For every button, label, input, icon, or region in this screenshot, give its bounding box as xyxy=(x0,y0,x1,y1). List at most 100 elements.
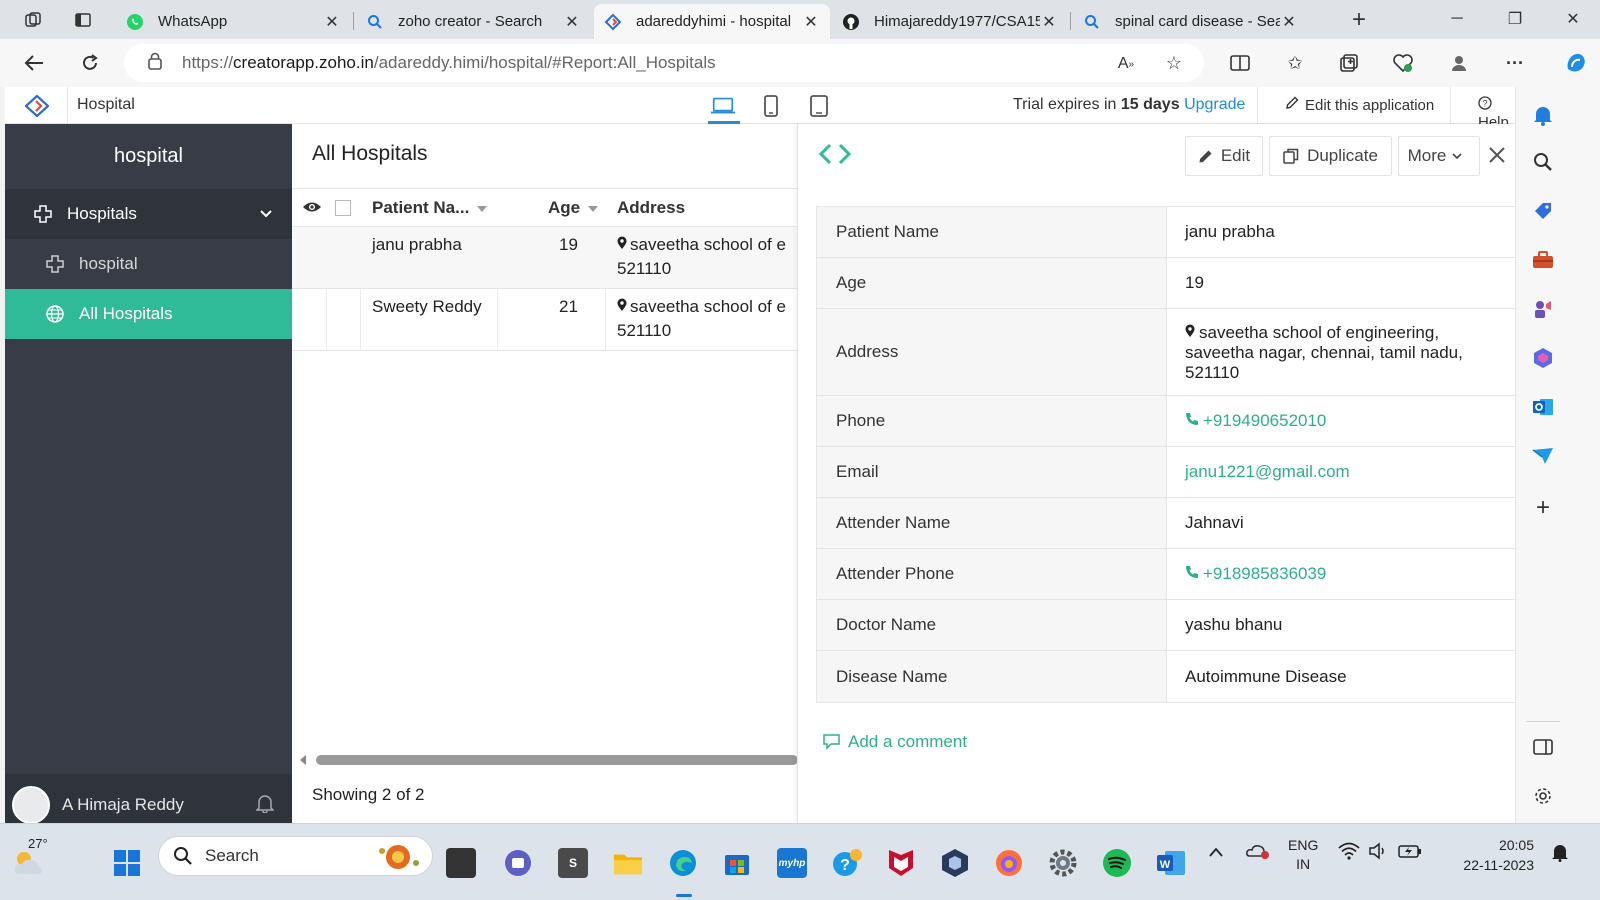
tab-actions-icon[interactable] xyxy=(72,9,94,31)
upgrade-link[interactable]: Upgrade xyxy=(1184,96,1245,113)
split-screen-icon[interactable] xyxy=(1228,51,1252,75)
horizontal-scrollbar[interactable] xyxy=(300,754,798,766)
url-path: /adareddy.himi/hospital/#Report:All_Hosp… xyxy=(373,53,716,72)
microsoft-store-icon[interactable] xyxy=(722,848,752,878)
close-tab-icon[interactable]: ✕ xyxy=(563,12,581,32)
app-s-icon[interactable]: S xyxy=(558,848,588,878)
attender-phone-link[interactable]: +918985836039 xyxy=(1166,549,1515,599)
taskbar-search-box[interactable]: Search xyxy=(158,836,433,876)
toolbox-icon[interactable] xyxy=(1531,248,1555,272)
scroll-left-arrow-icon[interactable] xyxy=(300,755,306,765)
chevron-down-icon[interactable] xyxy=(260,205,272,221)
send-plane-icon[interactable] xyxy=(1531,444,1555,468)
minimize-icon[interactable]: ─ xyxy=(1442,6,1472,32)
outlook-icon[interactable] xyxy=(1531,395,1555,419)
tab-whatsapp[interactable]: WhatsApp ✕ xyxy=(116,4,351,39)
record-navigation-arrows-icon[interactable] xyxy=(818,142,852,172)
browser-essentials-icon[interactable] xyxy=(1391,51,1415,75)
email-link[interactable]: janu1221@gmail.com xyxy=(1166,447,1515,497)
zoho-creator-logo-icon[interactable] xyxy=(24,94,50,118)
new-tab-icon[interactable]: + xyxy=(1348,6,1370,33)
read-aloud-icon[interactable]: A» xyxy=(1114,52,1138,76)
desktop-view-icon[interactable] xyxy=(710,95,736,117)
tab-zoho-search[interactable]: zoho creator - Search ✕ xyxy=(356,4,591,39)
add-comment-link[interactable]: Add a comment xyxy=(822,732,967,752)
word-icon[interactable]: W xyxy=(1156,848,1186,878)
microsoft-365-icon[interactable] xyxy=(1531,346,1555,370)
input-language[interactable]: ENG IN xyxy=(1288,836,1318,874)
lock-icon[interactable] xyxy=(148,52,164,75)
close-tab-icon[interactable]: ✕ xyxy=(1280,12,1298,32)
games-icon[interactable] xyxy=(1531,297,1555,321)
tab-hospital[interactable]: adareddyhimi - hospital ✕ xyxy=(594,4,830,39)
mcafee-icon[interactable] xyxy=(886,848,916,878)
tab-spinal-search[interactable]: spinal card disease - Sea ✕ xyxy=(1073,4,1308,39)
close-window-icon[interactable]: ✕ xyxy=(1558,6,1588,32)
field-value: 19 xyxy=(1166,258,1515,308)
settings-gear-icon[interactable] xyxy=(1048,848,1078,878)
sort-caret-icon[interactable] xyxy=(588,205,599,212)
mobile-view-icon[interactable] xyxy=(806,95,832,117)
back-arrow-icon[interactable] xyxy=(22,51,46,75)
tablet-view-icon[interactable] xyxy=(758,95,784,117)
search-icon[interactable] xyxy=(1531,150,1555,174)
show-hidden-icons-chevron-icon[interactable] xyxy=(1209,844,1223,860)
wifi-icon[interactable] xyxy=(1338,842,1360,863)
table-row[interactable]: janu prabha 19 saveetha school of e 5211… xyxy=(292,227,798,289)
get-help-icon[interactable]: ? xyxy=(832,848,862,878)
column-header-patient-name[interactable]: Patient Na... xyxy=(372,198,488,218)
clock[interactable]: 20:05 22-11-2023 xyxy=(1438,835,1534,875)
myhp-icon[interactable]: myhp xyxy=(777,848,807,878)
sort-caret-icon[interactable] xyxy=(477,205,488,212)
edge-browser-icon[interactable] xyxy=(668,848,698,878)
file-explorer-icon[interactable] xyxy=(613,848,643,878)
close-icon[interactable] xyxy=(1488,144,1506,170)
edit-record-button[interactable]: Edit xyxy=(1185,136,1263,176)
sidebar-item-hospital-form[interactable]: hospital xyxy=(5,239,292,289)
bell-icon[interactable] xyxy=(255,793,275,818)
tab-github[interactable]: Himajareddy1977/CSA15 ✕ xyxy=(832,4,1068,39)
favorite-star-icon[interactable]: ☆ xyxy=(1162,51,1186,75)
address-bar[interactable]: https://creatorapp.zoho.in/adareddy.himi… xyxy=(124,44,1204,82)
firefox-icon[interactable] xyxy=(994,848,1024,878)
close-tab-icon[interactable]: ✕ xyxy=(323,12,341,32)
task-view-icon[interactable] xyxy=(446,848,476,878)
more-actions-dropdown[interactable]: More xyxy=(1398,136,1480,176)
duplicate-icon xyxy=(1283,148,1299,164)
more-options-icon[interactable]: ··· xyxy=(1503,51,1527,75)
notification-center-bell-icon[interactable] xyxy=(1551,842,1569,865)
virtualbox-icon[interactable] xyxy=(940,848,970,878)
phone-link[interactable]: +919490652010 xyxy=(1166,396,1515,446)
table-row[interactable]: Sweety Reddy 21 saveetha school of e 521… xyxy=(292,289,798,351)
windows-start-icon[interactable] xyxy=(112,848,142,878)
collections-icon[interactable] xyxy=(1337,51,1361,75)
select-all-checkbox[interactable] xyxy=(335,200,351,216)
column-header-age[interactable]: Age xyxy=(548,198,599,218)
close-tab-icon[interactable]: ✕ xyxy=(1040,12,1058,32)
add-icon[interactable]: + xyxy=(1531,494,1555,521)
hide-sidebar-icon[interactable] xyxy=(1531,735,1555,759)
volume-icon[interactable] xyxy=(1368,842,1388,863)
battery-charging-icon[interactable] xyxy=(1398,842,1422,863)
scrollbar-thumb[interactable] xyxy=(316,755,798,765)
sidebar-section-hospitals[interactable]: Hospitals xyxy=(5,189,292,239)
duplicate-record-button[interactable]: Duplicate xyxy=(1269,136,1392,176)
onedrive-status-icon[interactable] xyxy=(1245,840,1271,863)
teams-chat-icon[interactable] xyxy=(503,848,533,878)
favorites-icon[interactable]: ✩ xyxy=(1283,51,1307,75)
shopping-tag-icon[interactable] xyxy=(1531,199,1555,223)
column-header-address[interactable]: Address xyxy=(617,198,685,218)
spotify-icon[interactable] xyxy=(1102,848,1132,878)
restore-icon[interactable]: ❐ xyxy=(1500,6,1530,32)
workspaces-icon[interactable] xyxy=(22,9,44,31)
profile-icon[interactable] xyxy=(1447,51,1471,75)
refresh-icon[interactable] xyxy=(78,51,102,75)
eye-icon[interactable] xyxy=(302,199,322,219)
avatar[interactable] xyxy=(12,786,50,824)
notifications-bell-icon[interactable] xyxy=(1531,103,1555,127)
close-tab-icon[interactable]: ✕ xyxy=(802,12,820,32)
edit-application-button[interactable]: Edit this application xyxy=(1285,96,1434,114)
settings-gear-icon[interactable] xyxy=(1531,784,1555,808)
sidebar-item-all-hospitals[interactable]: All Hospitals xyxy=(5,289,292,339)
copilot-icon[interactable] xyxy=(1562,49,1590,77)
